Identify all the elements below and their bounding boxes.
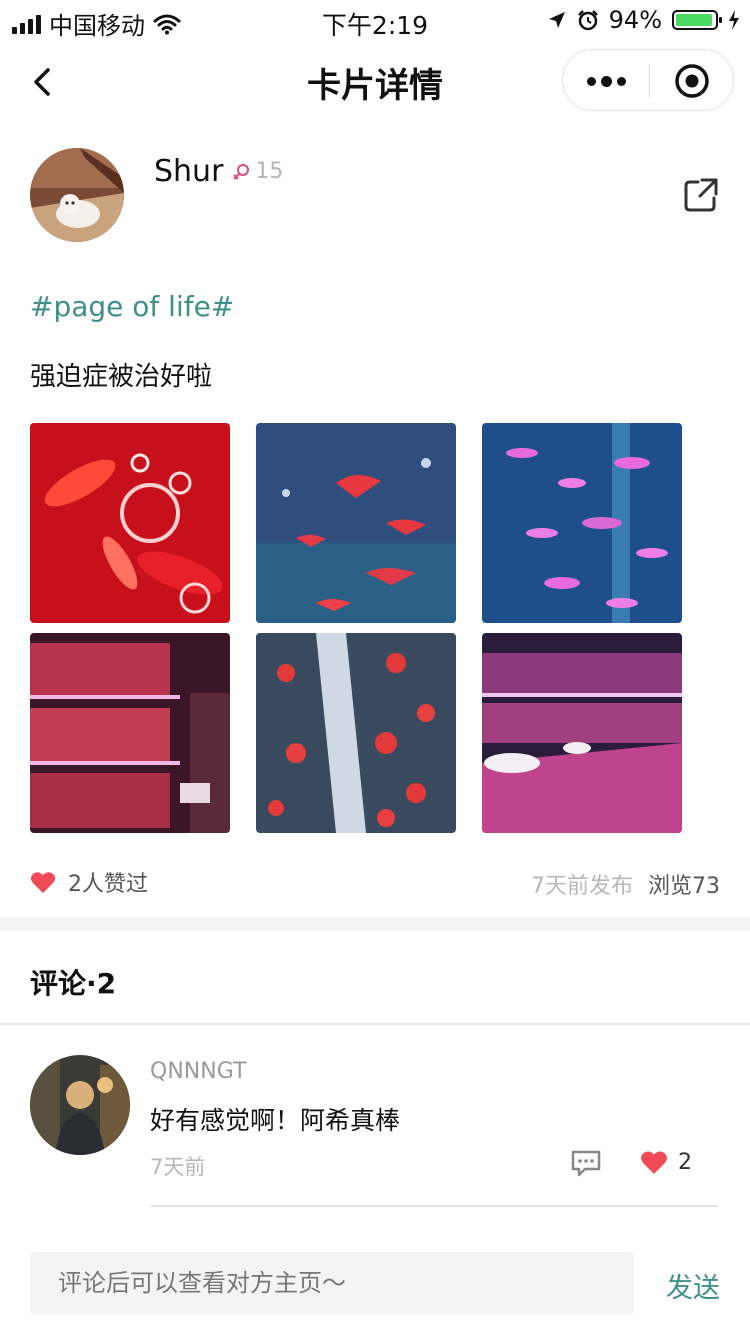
comment-text: 好有感觉啊！阿希真棒 <box>150 1106 401 1135</box>
view-count: 浏览73 <box>648 874 720 899</box>
section-separator <box>0 917 750 931</box>
commenter-avatar[interactable] <box>30 1055 130 1155</box>
author-avatar-wrap[interactable] <box>30 148 124 242</box>
photo-pink-tetras-blue-tank[interactable] <box>482 423 682 623</box>
battery-fill <box>676 14 712 26</box>
more-dots-icon[interactable] <box>563 50 649 112</box>
send-button[interactable]: 发送 <box>666 1266 720 1305</box>
reply-comment-icon[interactable] <box>570 1149 602 1177</box>
status-right: 94% <box>547 6 740 34</box>
author-level: 15 <box>255 159 284 184</box>
photo-grid <box>30 423 682 833</box>
post-text: 强迫症被治好啦 <box>30 362 213 392</box>
comment-divider <box>150 1205 718 1207</box>
photo-aquarium-shop-shelves[interactable] <box>30 633 230 833</box>
charging-bolt-icon <box>729 10 739 30</box>
comment-input[interactable] <box>30 1252 618 1314</box>
post-likes[interactable]: 2人赞过 <box>30 866 148 898</box>
alarm-icon <box>577 10 598 31</box>
comment-like-count: 2 <box>678 1149 692 1175</box>
heart-icon[interactable] <box>30 870 56 894</box>
post-hashtag[interactable]: #page of life# <box>30 290 234 323</box>
likes-count: 2人赞过 <box>68 872 148 897</box>
close-target-icon[interactable] <box>650 50 734 112</box>
post-meta: 7天前发布 浏览73 <box>531 868 720 900</box>
photo-red-guppies-blue-tank[interactable] <box>256 423 456 623</box>
heart-icon[interactable] <box>640 1149 668 1175</box>
photo-red-fish-bubble-stream[interactable] <box>256 633 456 833</box>
female-icon <box>233 163 250 180</box>
status-bar: 中国移动 下午2:19 94% <box>0 0 750 40</box>
author-name[interactable]: Shur <box>154 154 223 189</box>
comment-like[interactable]: 2 <box>640 1149 692 1175</box>
photo-aquarium-shop-tubs[interactable] <box>482 633 682 833</box>
comment-item: QNNNGT 好有感觉啊！阿希真棒 7天前 2 <box>30 1055 720 1207</box>
posted-time: 7天前发布 <box>531 874 633 899</box>
location-arrow-icon <box>548 12 565 28</box>
battery-percent: 94% <box>608 6 662 34</box>
author-avatar[interactable] <box>30 148 124 242</box>
comments-divider <box>0 1023 750 1025</box>
battery-icon <box>672 10 722 30</box>
comment-input-wrap <box>30 1252 634 1314</box>
commenter-name[interactable]: QNNNGT <box>150 1059 246 1084</box>
author-name-row: Shur 15 <box>154 154 283 189</box>
comment-time: 7天前 <box>150 1155 206 1179</box>
comments-header: 评论·2 <box>30 967 117 1000</box>
share-icon[interactable] <box>682 176 720 214</box>
mini-program-capsule <box>562 49 734 111</box>
photo-red-fish-bubbles[interactable] <box>30 423 230 623</box>
nav-bar: 卡片详情 <box>0 44 750 120</box>
